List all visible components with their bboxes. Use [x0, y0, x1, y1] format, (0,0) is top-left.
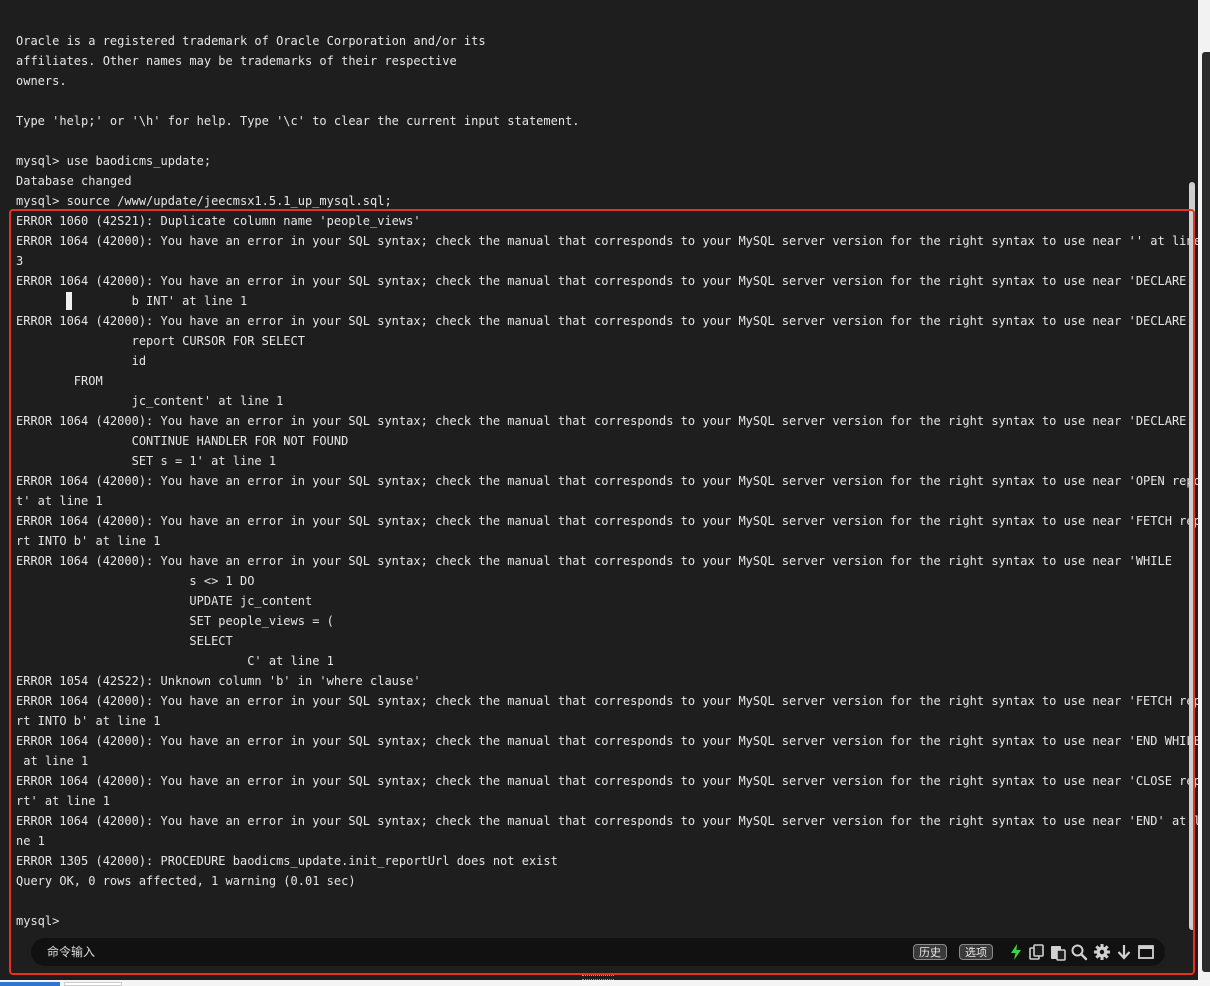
terminal-line: rt INTO b' at line 1	[16, 714, 161, 728]
bottom-tab[interactable]	[64, 982, 122, 986]
command-bar: 历史 选项	[31, 938, 1165, 966]
terminal-line: FROM	[16, 374, 103, 388]
terminal-line: b INT' at line 1	[16, 294, 248, 308]
gear-icon[interactable]	[1093, 943, 1111, 961]
paste-icon[interactable]	[1049, 943, 1067, 961]
terminal-output: Oracle is a registered trademark of Orac…	[16, 31, 1198, 931]
bottom-tab-strip	[0, 980, 1210, 986]
window-icon[interactable]	[1137, 943, 1155, 961]
terminal-line: jc_content' at line 1	[16, 394, 284, 408]
terminal-line: ERROR 1064 (42000): You have an error in…	[16, 474, 1198, 488]
terminal-line: ERROR 1064 (42000): You have an error in…	[16, 414, 1187, 428]
terminal-scrollbar[interactable]	[1189, 182, 1195, 930]
terminal-line: affiliates. Other names may be trademark…	[16, 54, 457, 68]
app-window: Oracle is a registered trademark of Orac…	[0, 0, 1210, 986]
terminal-line: 3	[16, 254, 24, 268]
terminal-line: ERROR 1064 (42000): You have an error in…	[16, 514, 1198, 528]
terminal-line: mysql>	[16, 914, 60, 928]
terminal-line: SET s = 1' at line 1	[16, 454, 277, 468]
terminal-line: s <> 1 DO	[16, 574, 255, 588]
arrow-down-icon[interactable]	[1115, 943, 1133, 961]
text-cursor	[66, 292, 72, 310]
terminal-line: report CURSOR FOR SELECT	[16, 334, 305, 348]
copy-icon[interactable]	[1028, 943, 1046, 961]
lightning-icon[interactable]	[1007, 943, 1025, 961]
adjacent-window-edge	[1198, 0, 1210, 986]
terminal-line: t' at line 1	[16, 494, 103, 508]
terminal-line: C' at line 1	[16, 654, 334, 668]
terminal-line: UPDATE jc_content	[16, 594, 313, 608]
terminal-line: rt' at line 1	[16, 794, 110, 808]
terminal-line: ERROR 1064 (42000): You have an error in…	[16, 554, 1172, 568]
terminal-line: ERROR 1305 (42000): PROCEDURE baodicms_u…	[16, 854, 558, 868]
terminal-line: Oracle is a registered trademark of Orac…	[16, 34, 486, 48]
terminal-line: SELECT	[16, 634, 233, 648]
terminal-line: ERROR 1064 (42000): You have an error in…	[16, 314, 1187, 328]
terminal-line: mysql> source /www/update/jeecmsx1.5.1_u…	[16, 194, 392, 208]
terminal-line: ERROR 1054 (42S22): Unknown column 'b' i…	[16, 674, 421, 688]
terminal-line: owners.	[16, 74, 67, 88]
terminal-line: mysql> use baodicms_update;	[16, 154, 212, 168]
terminal-panel[interactable]: Oracle is a registered trademark of Orac…	[0, 0, 1198, 980]
bottom-tab-active[interactable]	[0, 982, 60, 986]
terminal-line: CONTINUE HANDLER FOR NOT FOUND	[16, 434, 349, 448]
history-button[interactable]: 历史	[913, 944, 947, 960]
terminal-line: ne 1	[16, 834, 45, 848]
search-icon[interactable]	[1070, 943, 1088, 961]
terminal-line: Database changed	[16, 174, 132, 188]
terminal-line: id	[16, 354, 147, 368]
terminal-line: Type 'help;' or '\h' for help. Type '\c'…	[16, 114, 580, 128]
command-input[interactable]	[47, 943, 897, 961]
terminal-line: Query OK, 0 rows affected, 1 warning (0.…	[16, 874, 356, 888]
terminal-line: ERROR 1060 (42S21): Duplicate column nam…	[16, 214, 421, 228]
options-button[interactable]: 选项	[959, 944, 993, 960]
terminal-line: ERROR 1064 (42000): You have an error in…	[16, 694, 1198, 708]
terminal-line: ERROR 1064 (42000): You have an error in…	[16, 814, 1198, 828]
terminal-line: rt INTO b' at line 1	[16, 534, 161, 548]
terminal-line: SET people_views = (	[16, 614, 334, 628]
terminal-line: ERROR 1064 (42000): You have an error in…	[16, 734, 1198, 748]
terminal-line: at line 1	[16, 754, 89, 768]
terminal-line: ERROR 1064 (42000): You have an error in…	[16, 234, 1198, 248]
terminal-line: ERROR 1064 (42000): You have an error in…	[16, 774, 1198, 788]
terminal-line: ERROR 1064 (42000): You have an error in…	[16, 274, 1187, 288]
